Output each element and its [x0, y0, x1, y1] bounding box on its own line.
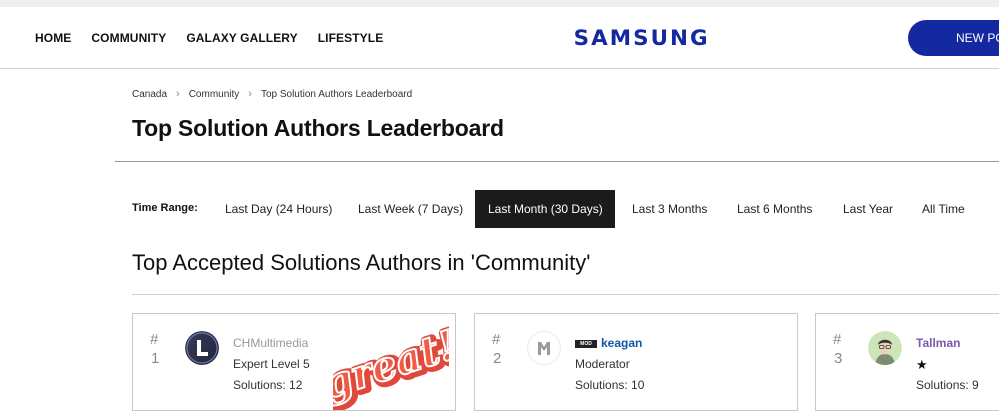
nav-galaxy-gallery[interactable]: GALAXY GALLERY	[186, 31, 297, 45]
great-sticker: great! great!	[316, 318, 469, 414]
author-name-link[interactable]: CHMultimedia	[233, 333, 310, 354]
author-info: Tallman ★ Solutions: 9	[916, 333, 979, 396]
tab-last-week[interactable]: Last Week (7 Days)	[358, 190, 463, 228]
sticker-text: great!	[333, 321, 449, 408]
rank-number: 2	[493, 350, 502, 367]
star-icon: ★	[916, 357, 928, 372]
avatar[interactable]	[527, 331, 561, 365]
top-strip	[0, 0, 999, 7]
time-range-label: Time Range:	[132, 202, 198, 214]
tab-last-6-months[interactable]: Last 6 Months	[737, 190, 812, 228]
section-divider	[132, 294, 999, 295]
nav-lifestyle[interactable]: LIFESTYLE	[318, 31, 384, 45]
rank-hash: #	[150, 331, 159, 348]
tab-last-3-months[interactable]: Last 3 Months	[632, 190, 707, 228]
author-info: MOD keagan Moderator Solutions: 10	[575, 333, 644, 396]
nav-home[interactable]: HOME	[35, 31, 71, 45]
tab-last-year[interactable]: Last Year	[843, 190, 893, 228]
new-post-button[interactable]: NEW PO	[908, 20, 999, 56]
author-info: CHMultimedia Expert Level 5 Solutions: 1…	[233, 333, 310, 396]
author-name-link[interactable]: keagan	[601, 336, 642, 350]
author-card-1: # 1 CHMultimedia Expert Level 5 Solution…	[132, 313, 469, 414]
site-header: HOME COMMUNITY GALAXY GALLERY LIFESTYLE …	[0, 7, 999, 69]
author-name-row: MOD keagan	[575, 333, 644, 354]
breadcrumb-current: Top Solution Authors Leaderboard	[260, 88, 413, 100]
rank-hash: #	[833, 331, 842, 348]
chevron-right-icon: ›	[248, 88, 252, 100]
avatar[interactable]	[185, 331, 219, 365]
tab-last-day[interactable]: Last Day (24 Hours)	[225, 190, 332, 228]
tab-all-time[interactable]: All Time	[922, 190, 965, 228]
author-solutions: Solutions: 10	[575, 378, 645, 392]
author-solutions: Solutions: 9	[916, 378, 979, 392]
avatar[interactable]	[868, 331, 902, 365]
chevron-right-icon: ›	[176, 88, 180, 100]
moderator-badge: MOD	[575, 339, 597, 348]
tab-last-month[interactable]: Last Month (30 Days)	[475, 190, 615, 228]
rank-hash: #	[492, 331, 501, 348]
main-nav: HOME COMMUNITY GALAXY GALLERY LIFESTYLE	[35, 31, 403, 45]
author-rank-title: Moderator	[575, 357, 630, 371]
author-card-2: # 2 MOD keagan Moderator Solutions: 10	[474, 313, 798, 411]
title-divider	[115, 161, 999, 162]
section-title: Top Accepted Solutions Authors in 'Commu…	[132, 250, 591, 275]
author-card-3: # 3 Tallman ★ Solutions: 9	[815, 313, 999, 411]
page-title: Top Solution Authors Leaderboard	[132, 115, 504, 141]
breadcrumb: Canada › Community › Top Solution Author…	[132, 88, 412, 100]
rank-number: 1	[151, 350, 160, 367]
author-rank-title: Expert Level 5	[233, 357, 310, 371]
breadcrumb-community[interactable]: Community	[189, 89, 240, 100]
samsung-logo[interactable]: SAMSUNG	[574, 26, 710, 50]
rank-number: 3	[834, 350, 843, 367]
author-solutions: Solutions: 12	[233, 378, 303, 392]
author-name-link[interactable]: Tallman	[916, 333, 979, 354]
breadcrumb-canada[interactable]: Canada	[132, 89, 167, 100]
nav-community[interactable]: COMMUNITY	[91, 31, 166, 45]
